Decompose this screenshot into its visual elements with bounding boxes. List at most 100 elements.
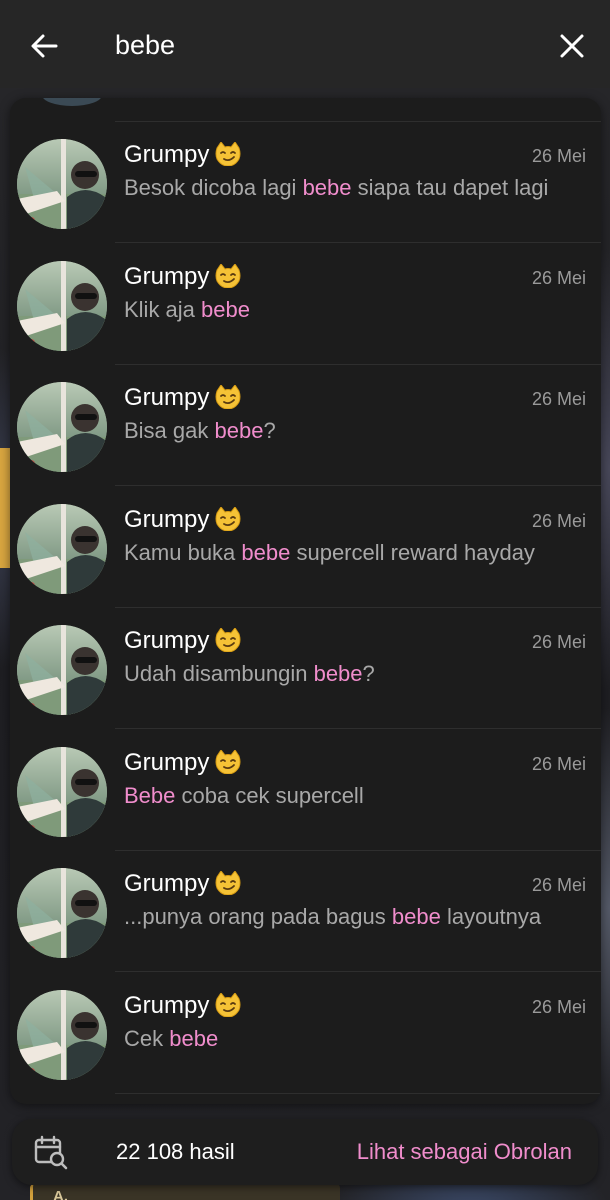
search-match-highlight: bebe [302,175,352,200]
message-date: 26 Mei [531,632,586,652]
sender-name-text: Grumpy [124,870,210,897]
avatar [17,989,107,1080]
sender-name-text: Grumpy [124,991,210,1019]
smirking-cat-emoji [215,142,241,166]
previous-result-avatar [42,98,102,106]
sender-name: Grumpy [124,505,241,535]
message-snippet: Kamu buka bebe supercell reward hayday [124,538,574,568]
sender-name: Grumpy [124,262,241,292]
avatar [17,503,107,594]
sender-name: Grumpy [124,869,241,899]
search-input[interactable] [115,22,515,68]
sender-name-text: Grumpy [124,384,210,411]
sender-name-text: Grumpy [124,748,210,776]
avatar-photo [17,989,107,1080]
message-snippet: Cek bebe [124,1024,574,1054]
avatar [17,260,107,351]
back-button[interactable] [22,24,66,68]
message-snippet: Besok dicoba lagi bebe siapa tau dapet l… [124,173,574,203]
smirking-cat-emoji [215,992,241,1017]
clear-search-button[interactable] [550,24,594,68]
message-snippet: ...punya orang pada bagus bebe layoutnya [124,902,574,932]
background-message-bubble: A. [30,1184,340,1200]
search-match-highlight: bebe [313,661,363,686]
search-match-highlight: Bebe [124,782,176,808]
message-text-segment: Kamu buka [124,539,242,565]
search-results-list: Grumpy 26 Mei Besok dicoba lagi bebe siapa… [10,98,601,1104]
arrow-left-icon [31,34,58,58]
sender-name-text: Grumpy [124,627,210,654]
close-icon [560,34,584,58]
background-message-text: A. [53,1188,68,1200]
message-snippet: Klik aja bebe [124,295,574,325]
message-date: 26 Mei [531,389,586,409]
smirking-cat-emoji [215,263,241,288]
search-result-item[interactable]: Grumpy 26 Mei Klik aja bebe [10,244,601,365]
message-text-segment: ...punya orang pada bagus [124,904,392,929]
message-text-segment: supercell reward hayday [290,539,535,565]
avatar [17,382,107,472]
search-result-item[interactable]: Grumpy 26 Mei Cek bebe [10,973,601,1094]
avatar [17,139,107,229]
search-match-highlight: bebe [391,904,441,929]
sender-name: Grumpy [124,748,241,778]
avatar-photo [17,382,107,472]
search-result-item[interactable]: Grumpy 26 Mei Kamu buka bebe supercell rew… [10,487,601,608]
message-text-segment: Klik aja [124,296,202,322]
message-text-segment: Besok dicoba lagi [124,175,303,200]
search-match-highlight: bebe [214,418,264,443]
smirking-cat-emoji [215,628,241,652]
view-as-chat-button[interactable]: Lihat sebagai Obrolan [357,1138,572,1166]
sender-name-text: Grumpy [124,141,210,168]
avatar-photo [17,503,107,594]
message-text-segment: siapa tau dapet lagi [351,175,549,200]
message-date: 26 Mei [531,753,586,774]
sender-name: Grumpy [124,383,241,413]
search-messages-screen: A. Grumpy 26 Mei Besok dicoba lagi bebe si… [0,0,610,1200]
message-text-segment: layoutnya [440,904,542,929]
message-date: 26 Mei [531,510,586,531]
search-result-item[interactable]: Grumpy 26 Mei Udah disambungin bebe? [10,608,601,729]
search-match-highlight: bebe [201,296,250,322]
message-text-segment: Cek [124,1025,170,1051]
sender-name: Grumpy [124,991,241,1021]
avatar-photo [17,868,107,958]
message-text-segment: ? [362,661,375,686]
search-results-bar: 22 108 hasil Lihat sebagai Obrolan [12,1119,598,1185]
smirking-cat-emoji [215,749,241,774]
sender-name: Grumpy [124,140,241,170]
message-text-segment: coba cek supercell [175,782,364,808]
message-date: 26 Mei [531,996,586,1017]
avatar-photo [17,746,107,837]
search-result-item[interactable]: Grumpy 26 Mei Besok dicoba lagi bebe siapa… [10,122,601,243]
message-snippet: Udah disambungin bebe? [124,659,574,689]
divider [115,1092,601,1094]
avatar-photo [17,139,107,229]
search-toolbar [0,0,610,88]
message-text-segment: ? [263,418,276,443]
message-text-segment: Udah disambungin [124,661,314,686]
avatar-photo [17,625,107,715]
search-by-date-button[interactable] [30,1131,72,1173]
search-result-item[interactable]: Grumpy 26 Mei ...punya orang pada bagus be… [10,851,601,972]
sender-name-text: Grumpy [124,262,210,290]
smirking-cat-emoji [215,385,241,409]
message-snippet: Bisa gak bebe? [124,416,574,446]
wallpaper-decoration [0,448,10,568]
avatar-photo [17,260,107,351]
search-match-highlight: bebe [241,539,291,565]
smirking-cat-emoji [215,506,241,531]
search-match-highlight: bebe [169,1025,219,1051]
sender-name: Grumpy [124,626,241,656]
results-count: 22 108 hasil [116,1139,235,1164]
message-snippet: Bebe coba cek supercell [124,781,574,811]
avatar [17,746,107,837]
sender-name-text: Grumpy [124,505,210,533]
message-date: 26 Mei [531,267,586,288]
calendar-search-icon [34,1135,68,1170]
avatar [17,868,107,958]
search-result-item[interactable]: Grumpy 26 Mei Bebe coba cek supercell [10,730,601,851]
avatar [17,625,107,715]
message-date: 26 Mei [531,875,586,895]
search-result-item[interactable]: Grumpy 26 Mei Bisa gak bebe? [10,365,601,486]
